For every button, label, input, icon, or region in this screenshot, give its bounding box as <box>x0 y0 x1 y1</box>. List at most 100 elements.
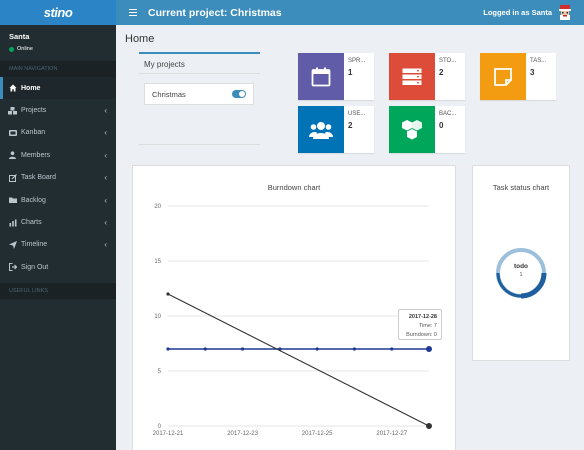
sidebar-item-label: Sign Out <box>21 263 49 271</box>
data-point-time <box>240 347 245 351</box>
home-icon <box>8 84 17 93</box>
data-point-time <box>390 347 394 351</box>
divider <box>139 144 260 145</box>
online-dot-icon <box>9 46 14 52</box>
series-line-burndown <box>167 293 430 427</box>
charts-icon <box>8 218 17 227</box>
info-box-sprints[interactable]: SPR... 1 <box>298 53 374 100</box>
data-point-time <box>352 347 357 351</box>
sidebar-item-members[interactable]: Members ‹ <box>0 144 116 166</box>
logo-text: stino <box>43 5 73 20</box>
info-value: 2 <box>348 121 353 130</box>
x-tick-label: 2017-12-21 <box>153 431 184 437</box>
sidebar-item-kanban[interactable]: Kanban ‹ <box>0 122 116 144</box>
sidebar-item-label: Projects <box>21 107 47 115</box>
y-tick-label: 10 <box>154 314 161 320</box>
info-label: SPR... <box>348 58 366 64</box>
user-menu[interactable]: Logged in as Santa <box>483 4 572 21</box>
calendar-icon <box>298 53 344 100</box>
tooltip-time: Time: 7 <box>418 323 437 329</box>
sidebar-item-label: Charts <box>21 219 42 227</box>
sidebar-toggle-icon[interactable] <box>122 8 144 17</box>
sidebar-item-charts[interactable]: Charts ‹ <box>0 211 116 233</box>
data-point-time <box>426 346 432 352</box>
chevron-left-icon: ‹ <box>104 240 107 250</box>
nav-header-main: MAIN NAVIGATION <box>0 61 116 77</box>
y-tick-label: 5 <box>158 369 162 375</box>
y-tick-label: 15 <box>154 259 161 265</box>
users-icon <box>8 151 17 160</box>
info-value: 0 <box>439 121 444 130</box>
main-content: Home My projects Christmas SPR... 1 STO..… <box>116 25 584 450</box>
burndown-chart: 0 5 10 15 20 2017-12-21 2017-12-23 2017-12-25 20… <box>153 204 432 437</box>
info-label: USE... <box>348 111 366 117</box>
donut-center-label: todo <box>513 263 529 270</box>
cubes-icon <box>8 106 17 115</box>
user-name: Santa <box>9 32 30 41</box>
divider <box>139 73 260 74</box>
current-project-title: Current project: Christmas <box>148 6 282 19</box>
task-status-chart-box: Task status chart todo 1 <box>472 165 570 361</box>
chevron-left-icon: ‹ <box>104 195 107 205</box>
x-tick-label: 2017-12-23 <box>227 431 258 437</box>
x-tick-label: 2017-12-27 <box>376 431 407 437</box>
send-icon <box>8 240 17 249</box>
info-value: 3 <box>530 68 535 77</box>
info-value: 1 <box>348 68 353 77</box>
sidebar-item-backlog[interactable]: Backlog ‹ <box>0 189 116 211</box>
user-status: Online <box>9 46 107 52</box>
y-tick-label: 20 <box>154 204 161 210</box>
santa-avatar-icon <box>559 4 571 20</box>
data-point-burndown <box>426 423 432 429</box>
chevron-left-icon: ‹ <box>104 173 107 183</box>
sidebar-item-timeline[interactable]: Timeline ‹ <box>0 234 116 256</box>
data-point-time <box>203 347 207 351</box>
info-box-stories[interactable]: STO... 2 <box>389 53 465 100</box>
sticky-note-icon <box>480 53 526 100</box>
sidebar: Santa Online MAIN NAVIGATION Home Projec… <box>0 25 116 450</box>
user-panel: Santa Online <box>0 25 116 61</box>
donut-center: todo 1 <box>473 263 569 278</box>
info-label: TAS... <box>530 58 547 64</box>
sidebar-item-label: Kanban <box>21 129 46 137</box>
nav-header-useful-links: USEFUL LINKS <box>0 282 116 299</box>
server-icon <box>389 53 435 100</box>
sidebar-item-label: Members <box>21 151 51 159</box>
info-value: 2 <box>439 68 444 77</box>
sidebar-item-home[interactable]: Home <box>0 77 116 100</box>
sidebar-item-projects[interactable]: Projects ‹ <box>0 99 116 121</box>
sign-out-icon <box>8 263 17 272</box>
chart-tooltip: 2017-12-28 Time: 7 Burndown: 0 <box>398 309 442 340</box>
x-tick-label: 2017-12-25 <box>302 431 333 437</box>
project-item[interactable]: Christmas <box>144 83 254 105</box>
tooltip-burndown: Burndown: 0 <box>406 332 437 338</box>
sidebar-item-sign-out[interactable]: Sign Out <box>0 256 116 278</box>
project-toggle[interactable] <box>232 90 246 98</box>
users-icon <box>298 106 344 153</box>
cubes-icon <box>389 106 435 153</box>
sidebar-item-task-board[interactable]: Task Board ‹ <box>0 167 116 189</box>
data-point-time <box>315 347 319 351</box>
info-box-users[interactable]: USE... 2 <box>298 106 374 153</box>
tooltip-date: 2017-12-28 <box>408 314 437 320</box>
edit-icon <box>8 173 17 182</box>
my-projects-box: My projects Christmas <box>139 52 260 145</box>
sidebar-item-label: Home <box>21 84 41 92</box>
data-point-time <box>166 347 170 351</box>
chevron-left-icon: ‹ <box>104 150 107 160</box>
donut-center-value: 1 <box>519 272 523 278</box>
kanban-icon <box>8 128 17 137</box>
app-logo[interactable]: stino <box>0 0 116 25</box>
info-label: STO... <box>439 58 457 64</box>
info-box-tasks[interactable]: TAS... 3 <box>480 53 556 100</box>
chevron-left-icon: ‹ <box>104 106 107 116</box>
folder-icon <box>8 196 17 205</box>
info-box-backlog[interactable]: BAC... 0 <box>389 106 465 153</box>
chevron-left-icon: ‹ <box>104 128 107 138</box>
sidebar-item-label: Backlog <box>21 196 46 204</box>
page-title: Home <box>125 33 155 45</box>
burndown-chart-box: Burndown chart 0 5 10 15 20 2017-12-21 2017-12… <box>132 165 456 450</box>
sidebar-item-label: Task Board <box>21 174 57 182</box>
logged-in-label: Logged in as Santa <box>483 8 552 17</box>
sidebar-item-label: Timeline <box>21 241 48 249</box>
